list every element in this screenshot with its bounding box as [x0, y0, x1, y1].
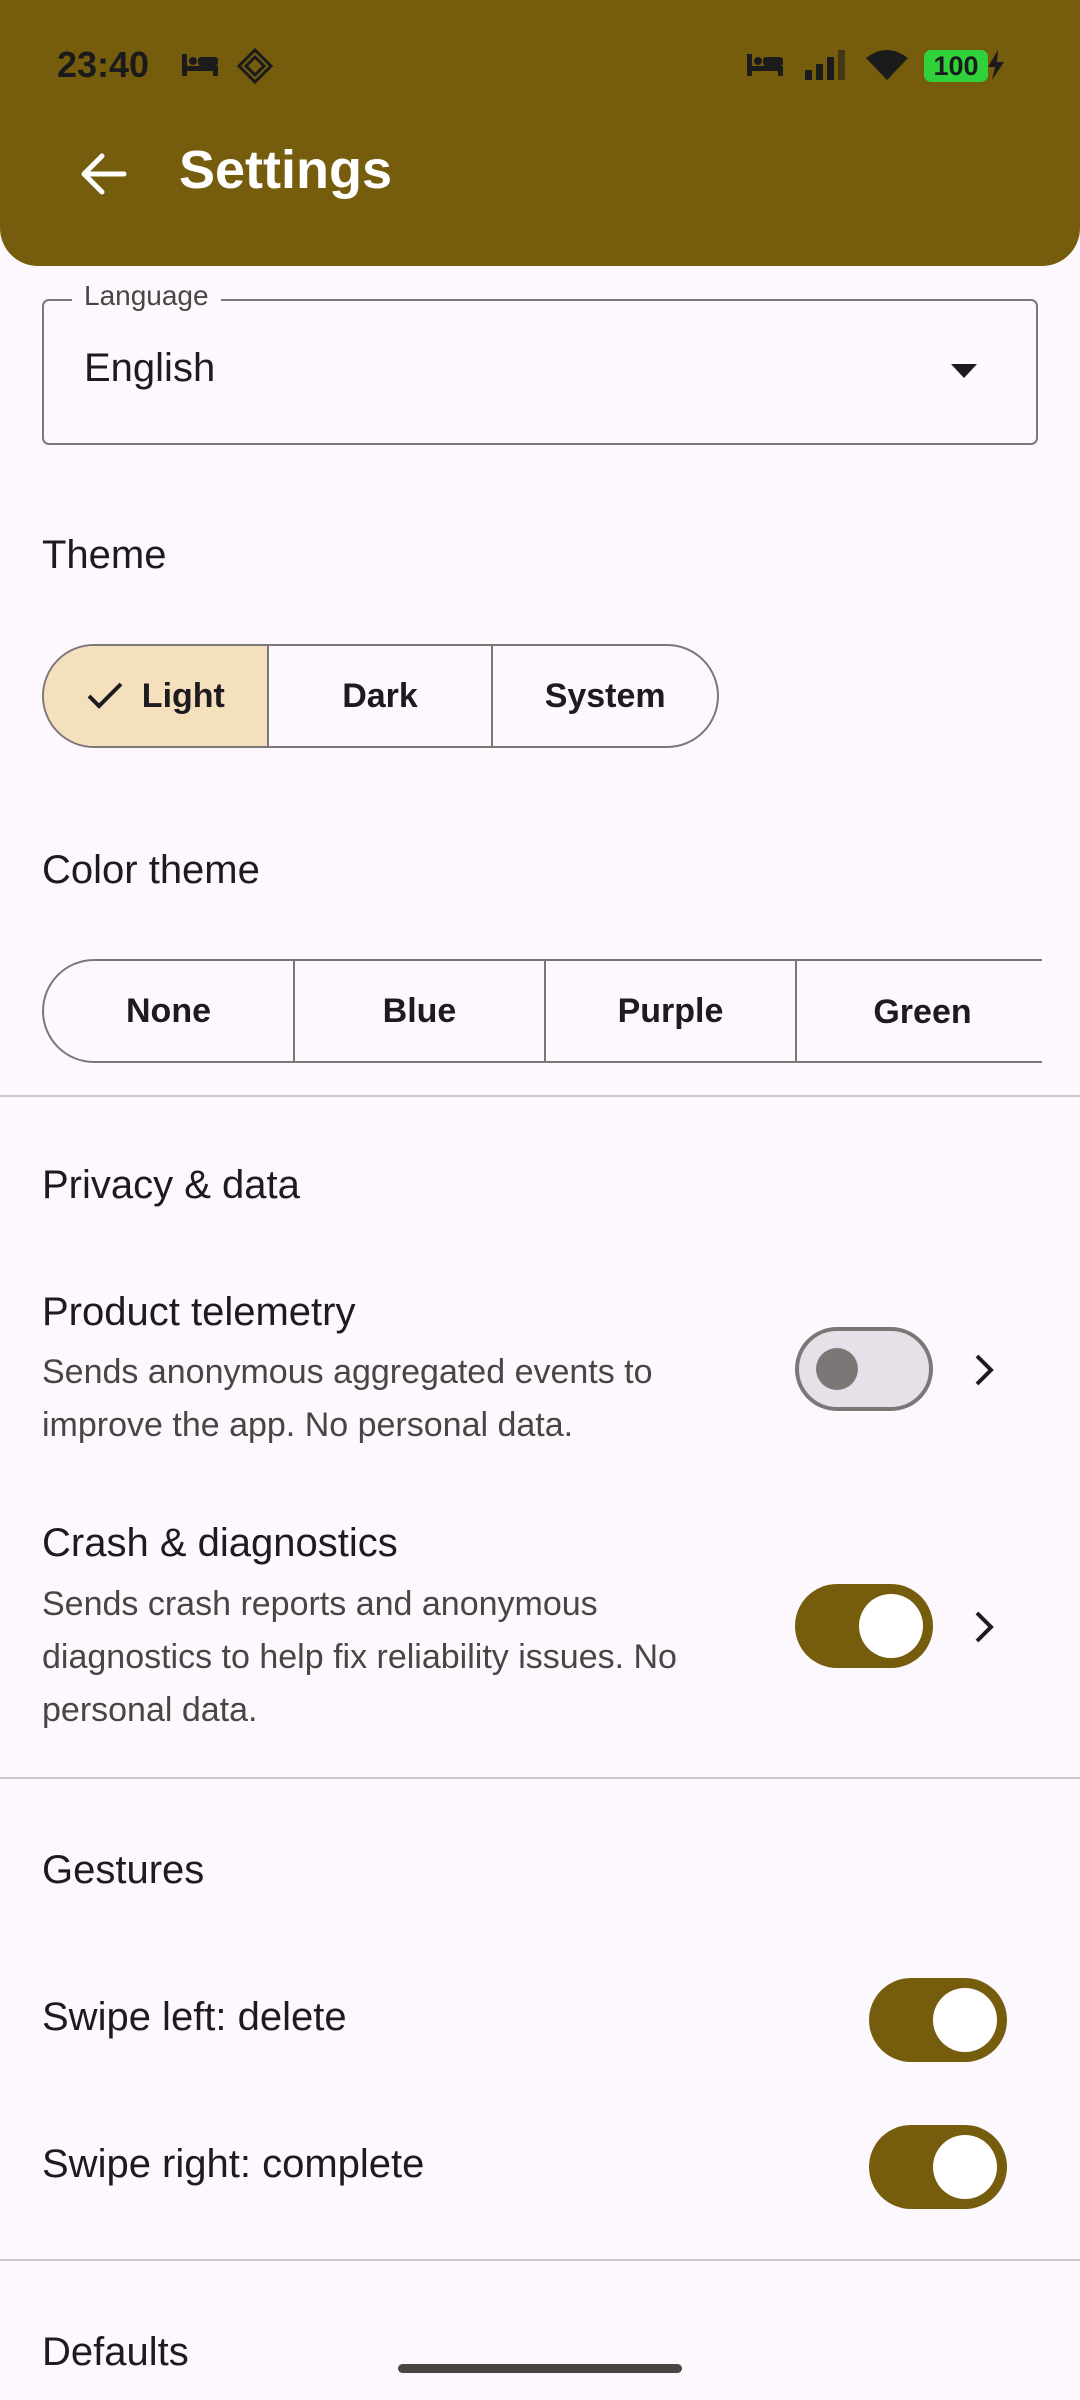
chevron-right-icon[interactable]	[973, 1352, 997, 1388]
swipe-right-toggle[interactable]	[869, 2125, 1007, 2209]
chevron-right-icon[interactable]	[973, 1609, 997, 1645]
app-bar: 23:40 100 Settings	[0, 0, 1080, 266]
toggle-knob	[816, 1348, 858, 1390]
swipe-left-toggle[interactable]	[869, 1978, 1007, 2062]
swipe-left-title: Swipe left: delete	[42, 1995, 347, 2039]
section-divider	[0, 1777, 1080, 1779]
telemetry-subtitle: Sends anonymous aggregated events to imp…	[42, 1353, 653, 1444]
home-indicator[interactable]	[398, 2364, 682, 2373]
status-time: 23:40	[57, 44, 150, 85]
theme-option-system[interactable]: System	[493, 646, 717, 746]
theme-option-system-label: System	[544, 676, 666, 715]
settings-screen: 23:40 100 Settings Language English Them…	[0, 0, 1080, 2400]
color-theme-title: Color theme	[42, 848, 260, 892]
theme-option-dark[interactable]: Dark	[269, 646, 494, 746]
color-option-purple[interactable]: Purple	[546, 961, 797, 1061]
section-divider	[0, 2259, 1080, 2261]
privacy-title: Privacy & data	[42, 1163, 300, 1207]
toggle-knob	[933, 2135, 997, 2199]
crash-diagnostics-toggle[interactable]	[795, 1584, 933, 1668]
color-option-none[interactable]: None	[44, 961, 295, 1061]
crash-diagnostics-subtitle: Sends crash reports and anonymous diagno…	[42, 1585, 677, 1729]
language-value: English	[84, 346, 216, 390]
toggle-knob	[859, 1594, 923, 1658]
dropdown-caret-icon[interactable]	[949, 362, 979, 380]
page-title: Settings	[179, 140, 393, 200]
theme-option-light-label: Light	[141, 676, 225, 715]
wifi-icon	[866, 50, 908, 80]
theme-option-dark-label: Dark	[342, 676, 418, 715]
sync-icon	[237, 48, 273, 84]
color-theme-segmented-control: None Blue Purple Green	[42, 959, 1042, 1063]
color-option-none-label: None	[126, 991, 211, 1030]
language-label: Language	[72, 280, 221, 312]
theme-title: Theme	[42, 533, 167, 577]
theme-option-light[interactable]: Light	[44, 646, 269, 746]
defaults-title: Defaults	[42, 2330, 189, 2374]
gestures-title: Gestures	[42, 1848, 205, 1892]
color-option-blue-label: Blue	[382, 991, 457, 1030]
color-option-purple-label: Purple	[617, 991, 724, 1030]
color-option-green[interactable]: Green	[797, 961, 1042, 1061]
crash-diagnostics-title: Crash & diagnostics	[42, 1521, 398, 1565]
swipe-right-title: Swipe right: complete	[42, 2142, 425, 2186]
bed-icon-right	[747, 54, 783, 76]
back-arrow-icon[interactable]	[68, 138, 140, 210]
battery-level: 100	[924, 50, 988, 82]
bed-icon	[182, 54, 218, 76]
color-option-blue[interactable]: Blue	[295, 961, 546, 1061]
telemetry-toggle[interactable]	[795, 1327, 933, 1411]
section-divider	[0, 1095, 1080, 1097]
theme-segmented-control: Light Dark System	[42, 644, 719, 748]
charging-icon	[988, 50, 1004, 80]
signal-icon	[805, 50, 845, 80]
check-icon	[87, 682, 123, 709]
telemetry-title: Product telemetry	[42, 1290, 356, 1334]
color-option-green-label: Green	[873, 992, 972, 1031]
toggle-knob	[933, 1988, 997, 2052]
